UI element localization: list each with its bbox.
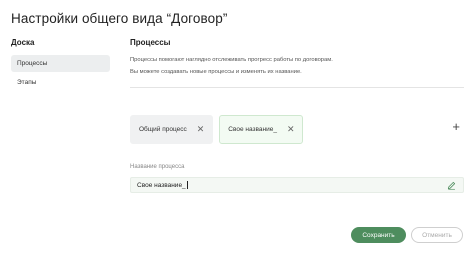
sidebar: Доска Процессы Этапы [11,38,110,93]
process-name-input[interactable]: Свое название_ [130,177,464,193]
divider [130,87,464,88]
chip-label: Общий процесс [139,126,187,133]
process-chip[interactable]: Общий процесс ✕ [130,115,214,144]
text-caret [186,181,188,189]
description-line-1: Процессы помогают наглядно отслеживать п… [130,57,333,63]
sidebar-heading: Доска [11,38,35,47]
save-button[interactable]: Сохранить [351,227,406,243]
process-name-value: Свое название_ [137,181,186,189]
pencil-icon[interactable] [447,181,456,190]
close-icon[interactable]: ✕ [197,125,205,134]
chip-label: Свое название_ [228,126,277,133]
sidebar-item-processes[interactable]: Процессы [11,55,110,72]
section-heading: Процессы [130,38,171,47]
main-panel: Процессы Процессы помогают наглядно отсл… [130,38,464,193]
close-icon[interactable]: ✕ [287,125,295,134]
description-line-2: Вы можете создавать новые процессы и изм… [130,69,302,75]
process-chips: Общий процесс ✕ Свое название_ ✕ [130,115,304,144]
process-chip-active[interactable]: Свое название_ ✕ [219,115,304,144]
plus-icon[interactable]: + [452,120,460,133]
cancel-button[interactable]: Отменить [411,227,463,243]
page-title: Настройки общего вида “Договор” [11,11,228,26]
section-description: Процессы помогают наглядно отслеживать п… [130,54,464,78]
field-label: Название процесса [130,164,185,170]
sidebar-item-stages[interactable]: Этапы [11,74,110,91]
